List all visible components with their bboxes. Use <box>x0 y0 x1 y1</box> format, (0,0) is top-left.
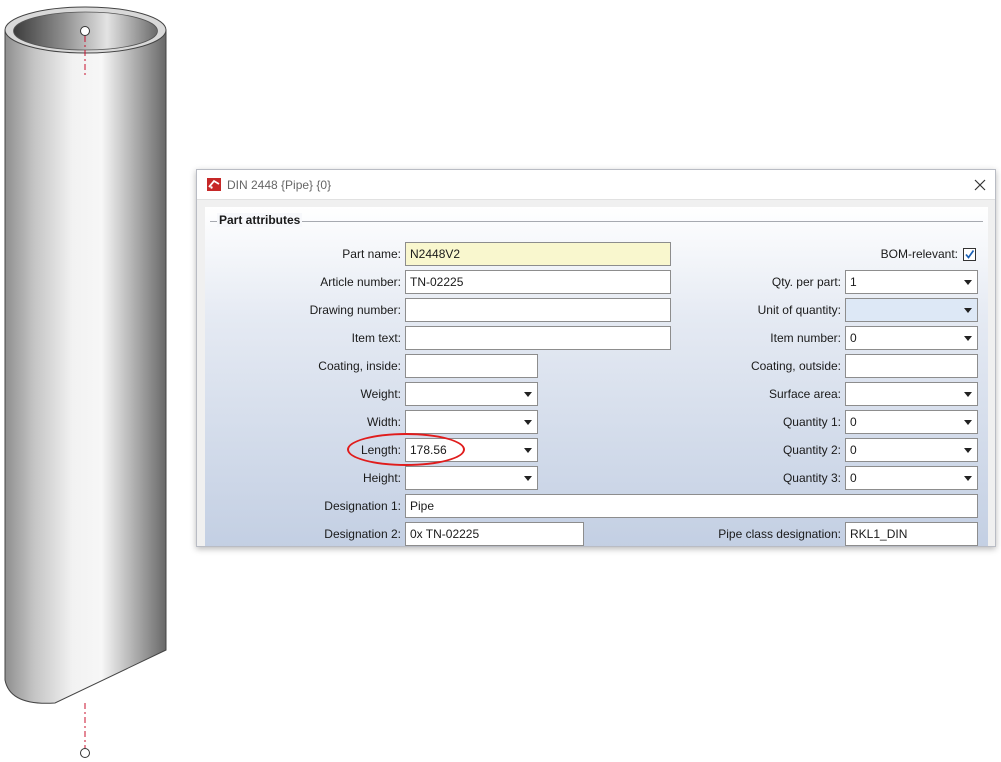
coating-inside-input[interactable] <box>405 354 538 378</box>
article-number-label: Article number: <box>320 275 401 289</box>
quantity-1-select[interactable]: 0 <box>845 410 978 434</box>
quantity-3-value: 0 <box>850 471 857 485</box>
designation-2-input[interactable]: 0x TN-02225 <box>405 522 584 546</box>
quantity-3-label: Quantity 3: <box>782 471 841 485</box>
length-value: 178.56 <box>410 443 447 457</box>
surface-area-select[interactable] <box>845 382 978 406</box>
pipe-3d-view <box>4 6 167 758</box>
app-logo-icon <box>207 178 221 191</box>
chevron-down-icon[interactable] <box>964 308 972 313</box>
designation-2-label: Designation 2: <box>324 527 401 541</box>
designation-1-input[interactable]: Pipe <box>405 494 978 518</box>
pipe-class-input[interactable]: RKL1_DIN <box>845 522 978 546</box>
height-label: Height: <box>362 471 401 485</box>
part-name-label: Part name: <box>342 247 401 261</box>
unit-of-quantity-label: Unit of quantity: <box>757 303 841 317</box>
close-button[interactable] <box>965 170 995 199</box>
chevron-down-icon[interactable] <box>964 280 972 285</box>
chevron-down-icon[interactable] <box>964 420 972 425</box>
height-select[interactable] <box>405 466 538 490</box>
quantity-2-label: Quantity 2: <box>782 443 841 457</box>
unit-of-quantity-select[interactable] <box>845 298 978 322</box>
width-select[interactable] <box>405 410 538 434</box>
group-divider <box>210 221 983 222</box>
chevron-down-icon[interactable] <box>524 476 532 481</box>
length-select[interactable]: 178.56 <box>405 438 538 462</box>
length-label: Length: <box>360 443 401 457</box>
width-label: Width: <box>366 415 401 429</box>
checkmark-icon <box>965 250 975 259</box>
quantity-3-select[interactable]: 0 <box>845 466 978 490</box>
quantity-2-select[interactable]: 0 <box>845 438 978 462</box>
part-name-input[interactable]: N2448V2 <box>405 242 671 266</box>
qty-per-part-label: Qty. per part: <box>771 275 841 289</box>
bom-relevant-checkbox[interactable] <box>963 248 976 261</box>
quantity-1-label: Quantity 1: <box>782 415 841 429</box>
item-text-input[interactable] <box>405 326 671 350</box>
qty-per-part-select[interactable]: 1 <box>845 270 978 294</box>
chevron-down-icon[interactable] <box>964 336 972 341</box>
pipe-body <box>4 6 167 704</box>
axis-top-point[interactable] <box>80 26 90 36</box>
chevron-down-icon[interactable] <box>524 392 532 397</box>
group-title: Part attributes <box>217 213 303 227</box>
drawing-number-input[interactable] <box>405 298 671 322</box>
chevron-down-icon[interactable] <box>964 392 972 397</box>
chevron-down-icon[interactable] <box>524 448 532 453</box>
coating-outside-label: Coating, outside: <box>750 359 841 373</box>
item-number-value: 0 <box>850 331 857 345</box>
close-icon <box>974 179 986 190</box>
axis-bottom-point[interactable] <box>80 748 90 758</box>
item-number-label: Item number: <box>770 331 841 345</box>
item-text-label: Item text: <box>351 331 401 345</box>
coating-outside-input[interactable] <box>845 354 978 378</box>
qty-per-part-value: 1 <box>850 275 857 289</box>
designation-1-label: Designation 1: <box>324 499 401 513</box>
chevron-down-icon[interactable] <box>964 476 972 481</box>
quantity-2-value: 0 <box>850 443 857 457</box>
coating-inside-label: Coating, inside: <box>318 359 401 373</box>
surface-area-label: Surface area: <box>768 387 841 401</box>
dialog-body: Part attributes Part name: N2448V2 BOM-r… <box>205 207 988 546</box>
chevron-down-icon[interactable] <box>524 420 532 425</box>
pipe-class-label: Pipe class designation: <box>718 527 841 541</box>
quantity-1-value: 0 <box>850 415 857 429</box>
article-number-input[interactable]: TN-02225 <box>405 270 671 294</box>
part-attributes-dialog: DIN 2448 {Pipe} {0} Part attributes Part… <box>196 169 996 547</box>
drawing-number-label: Drawing number: <box>309 303 401 317</box>
weight-label: Weight: <box>360 387 401 401</box>
chevron-down-icon[interactable] <box>964 448 972 453</box>
item-number-select[interactable]: 0 <box>845 326 978 350</box>
title-bar[interactable]: DIN 2448 {Pipe} {0} <box>197 170 995 200</box>
bom-relevant-label: BOM-relevant: <box>880 247 958 261</box>
window-title: DIN 2448 {Pipe} {0} <box>227 178 332 192</box>
weight-select[interactable] <box>405 382 538 406</box>
